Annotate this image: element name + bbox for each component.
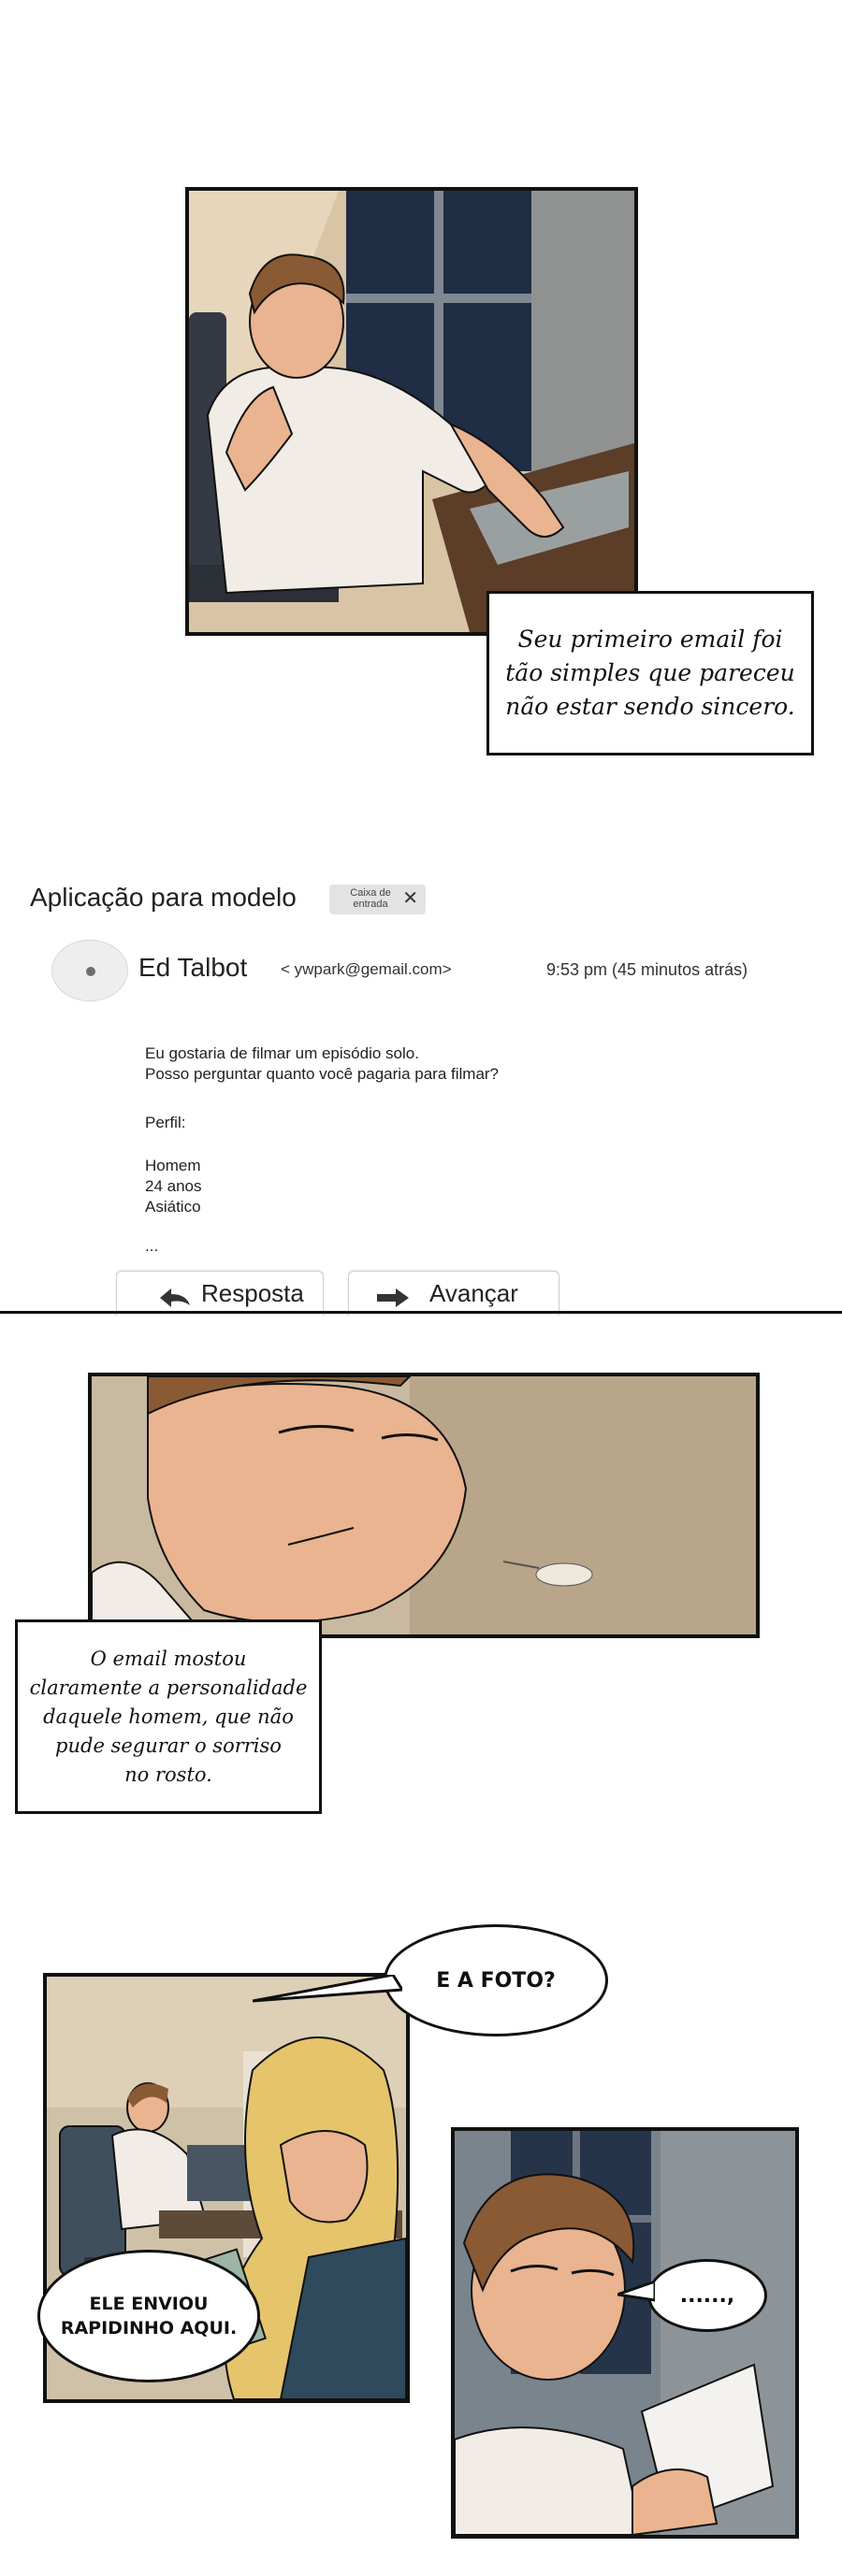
reply-button[interactable]: Resposta (116, 1271, 324, 1316)
email-timestamp: 9:53 pm (45 minutos atrás) (546, 960, 748, 979)
illustration-man-closeup (92, 1376, 756, 1634)
avatar (51, 940, 128, 1001)
speech-bubble-sent: ELE ENVIOU RAPIDINHO AQUI. (37, 2250, 260, 2382)
panel-man-at-computer (185, 187, 638, 636)
inbox-tag[interactable]: Caixa de entrada ✕ (329, 885, 426, 914)
email-body-line: Asiático (145, 1198, 201, 1216)
email-subject: Aplicação para modelo (30, 883, 297, 912)
email-view: Aplicação para modelo Caixa de entrada ✕… (0, 865, 842, 1316)
caption-first-email: Seu primeiro email foi tão simples que p… (486, 591, 814, 756)
illustration-man-typing (189, 191, 634, 632)
email-body-line: 24 anos (145, 1177, 202, 1195)
inbox-tag-label: Caixa de entrada (350, 887, 391, 910)
email-body-line: ... (145, 1237, 159, 1255)
speech-bubble-photo: E A FOTO? (384, 1924, 608, 2036)
reply-arrow-icon (160, 1288, 190, 1307)
forward-button[interactable]: Avançar (348, 1271, 559, 1316)
bubble-tail (617, 2281, 655, 2302)
reply-label: Resposta (201, 1279, 304, 1307)
email-body-line: Homem (145, 1157, 201, 1174)
sender-name: Ed Talbot (138, 953, 248, 982)
panel-man-smirk (88, 1373, 760, 1638)
panel-man-reading (451, 2127, 799, 2539)
forward-label: Avançar (429, 1279, 518, 1307)
email-body-line: Eu gostaria de filmar um episódio solo. (145, 1044, 419, 1062)
illustration-man-reading-paper (455, 2131, 795, 2535)
speech-bubble-ellipsis: ......, (647, 2259, 767, 2332)
close-icon[interactable]: ✕ (402, 889, 418, 908)
forward-arrow-icon (377, 1288, 409, 1307)
email-body-line: Posso perguntar quanto você pagaria para… (145, 1065, 500, 1083)
divider-bottom (0, 1311, 842, 1314)
bubble-tail (253, 1975, 402, 2003)
sender-address: < ywpark@gemail.com> (281, 960, 452, 978)
email-body-line: Perfil: (145, 1114, 186, 1131)
caption-personality: O email mostou claramente a personalidad… (15, 1619, 322, 1814)
